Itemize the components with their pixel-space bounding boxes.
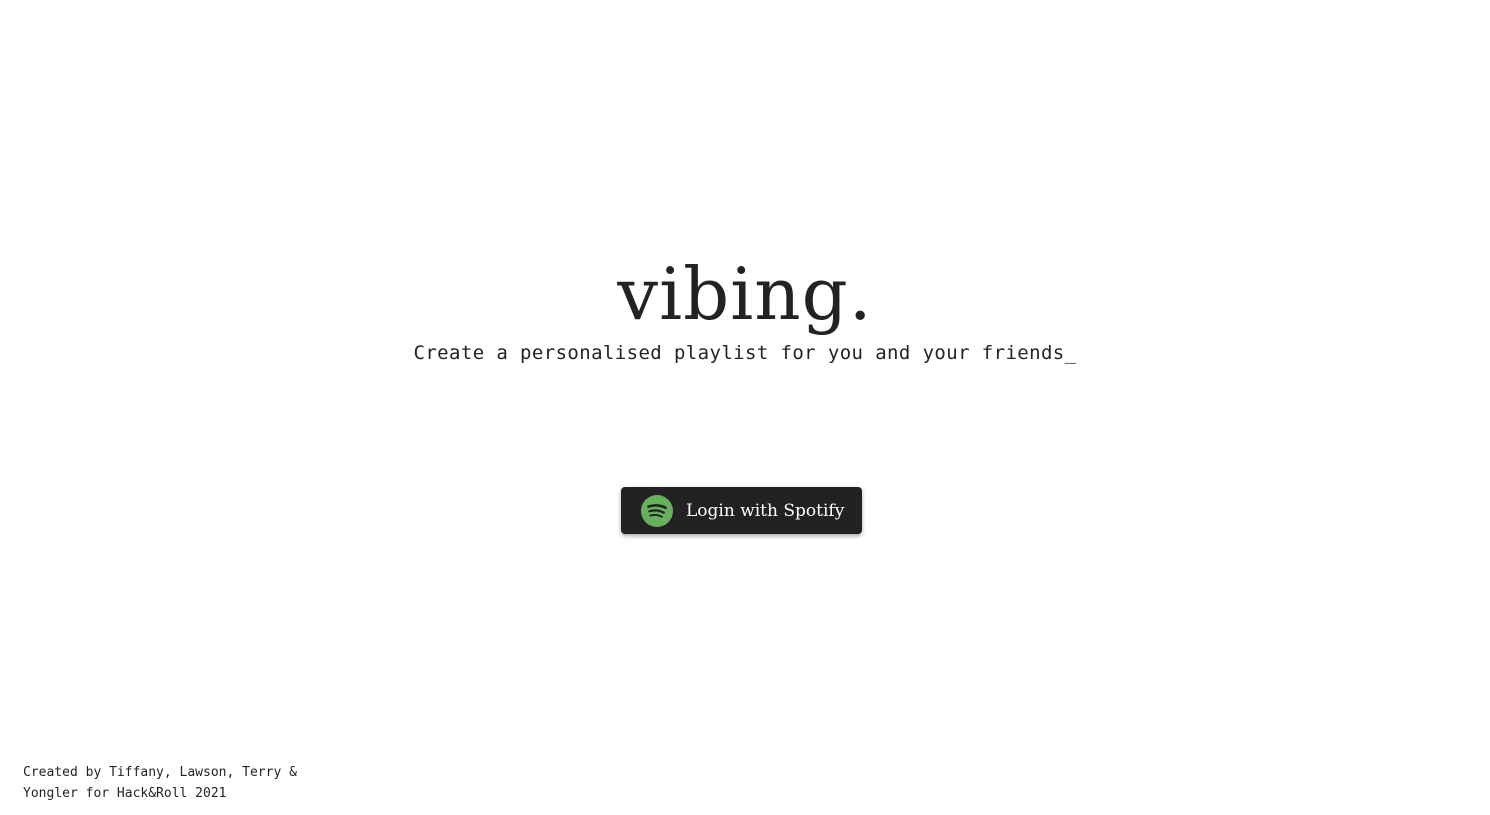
login-with-spotify-button[interactable]: Login with Spotify — [621, 487, 862, 534]
credits-footer: Created by Tiffany, Lawson, Terry & Yong… — [23, 762, 297, 804]
app-subtitle: Create a personalised playlist for you a… — [413, 342, 1077, 364]
spotify-icon — [641, 494, 673, 527]
app-title: vibing. — [617, 252, 873, 336]
credits-line-1: Created by Tiffany, Lawson, Terry & — [23, 765, 297, 780]
login-button-label: Login with Spotify — [686, 500, 845, 521]
hero-section: vibing. Create a personalised playlist f… — [0, 248, 1490, 366]
credits-line-2: Yongler for Hack&Roll 2021 — [23, 786, 227, 801]
